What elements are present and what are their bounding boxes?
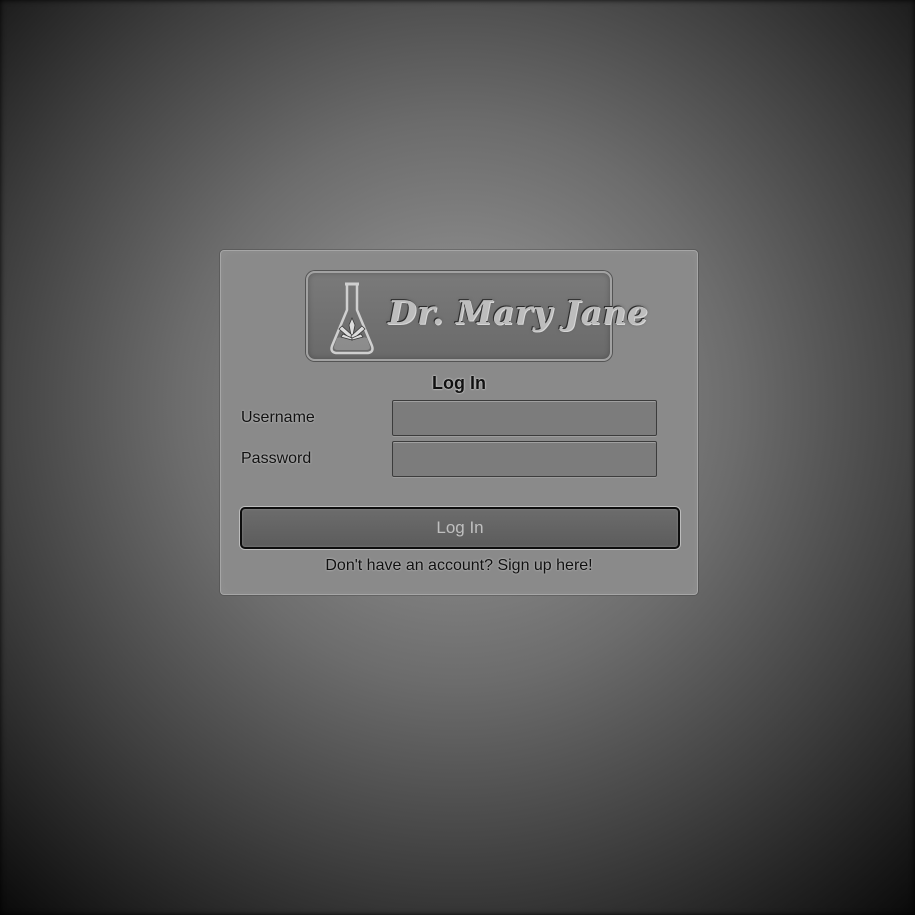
password-field[interactable]: [392, 441, 657, 477]
login-button[interactable]: Log In: [240, 507, 680, 549]
password-label: Password: [241, 450, 312, 467]
login-card: Dr. Mary Jane Log In Username Password L…: [220, 250, 698, 595]
username-label: Username: [241, 409, 315, 426]
username-field[interactable]: [392, 400, 657, 436]
brand-name: Dr. Mary Jane: [388, 293, 649, 332]
brand-logo: Dr. Mary Jane: [306, 271, 648, 361]
signup-link[interactable]: Don't have an account? Sign up here!: [221, 557, 697, 575]
flask-leaf-icon: [330, 282, 374, 355]
page-title: Log In: [432, 373, 486, 393]
